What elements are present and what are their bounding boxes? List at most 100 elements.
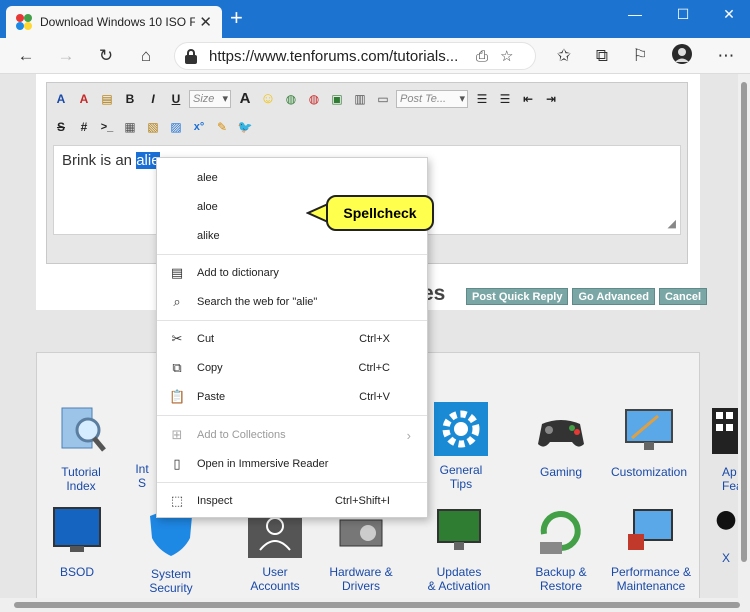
spellcheck-callout: Spellcheck [326, 195, 434, 231]
horizontal-scroll-thumb[interactable] [14, 602, 740, 608]
menu-add-to-dictionary[interactable]: ▤ Add to dictionary [157, 260, 427, 286]
paste-icon[interactable]: ▤ [97, 89, 117, 109]
php-icon[interactable]: ▧ [143, 117, 163, 137]
address-bar[interactable]: https://www.tenforums.com/tutorials... ⎙… [174, 42, 536, 70]
strikethrough-button[interactable]: S [51, 117, 71, 137]
twitter-icon[interactable]: 🐦 [235, 117, 255, 137]
category-label: System Security [149, 567, 193, 595]
read-aloud-icon[interactable]: ⎙ [476, 48, 488, 65]
html-icon[interactable]: ▦ [120, 117, 140, 137]
menu-suggestion-alee[interactable]: alee [157, 165, 427, 191]
ordered-list-icon[interactable]: ☰ [472, 89, 492, 109]
menu-copy[interactable]: ⧉ Copy Ctrl+C [157, 355, 427, 381]
back-icon[interactable]: ← [12, 43, 40, 69]
cancel-button[interactable]: Cancel [658, 288, 708, 305]
menu-shortcut: Ctrl+V [359, 391, 390, 403]
chevron-right-icon: › [406, 427, 411, 443]
category-gaming[interactable]: Gaming [516, 404, 606, 479]
forward-icon[interactable]: → [52, 43, 80, 69]
remove-format-icon[interactable]: A [74, 89, 94, 109]
vertical-scrollbar[interactable] [738, 74, 750, 598]
italic-button[interactable]: I [143, 89, 163, 109]
category-backup-restore[interactable]: Backup & Restore [516, 504, 606, 593]
menu-search-web[interactable]: ⌕ Search the web for "alie" [157, 289, 427, 315]
site-favicon-icon [16, 14, 32, 30]
quote-icon[interactable]: ▭ [373, 89, 393, 109]
insert-link-icon[interactable]: ◍ [281, 89, 301, 109]
horizontal-scrollbar[interactable] [0, 598, 750, 612]
spoiler-icon[interactable]: ▨ [166, 117, 186, 137]
apps-grid-icon [712, 408, 738, 454]
category-label: Hardware & Drivers [329, 565, 393, 593]
favorites-icon[interactable]: ✩ [550, 43, 578, 69]
category-performance-maintenance[interactable]: Performance & Maintenance [606, 504, 696, 593]
category-tutorial-index[interactable]: Tutorial Index [36, 404, 126, 493]
menu-immersive-reader[interactable]: ▯ Open in Immersive Reader [157, 451, 427, 477]
tab-title: Download Windows 10 ISO File [40, 15, 195, 29]
profile-avatar[interactable] [668, 43, 696, 69]
browser-tab[interactable]: Download Windows 10 ISO File ✕ [6, 6, 222, 38]
post-quick-reply-button[interactable]: Post Quick Reply [466, 288, 569, 305]
lock-icon[interactable] [185, 48, 197, 64]
menu-inspect[interactable]: ⬚ Inspect Ctrl+Shift+I [157, 488, 427, 514]
remove-link-icon[interactable]: ◍ [304, 89, 324, 109]
underline-button[interactable]: U [166, 89, 186, 109]
bold-button[interactable]: B [120, 89, 140, 109]
font-size-select[interactable]: Size [189, 90, 231, 108]
pencil-icon[interactable]: ✎ [212, 117, 232, 137]
menu-label: aloe [197, 201, 218, 213]
category-partial-right[interactable]: Ap Fea [700, 404, 740, 493]
inspect-icon: ⬚ [170, 493, 184, 508]
menu-cut[interactable]: ✂ Cut Ctrl+X [157, 326, 427, 352]
menu-add-to-collections[interactable]: ⊞ Add to Collections › [157, 422, 427, 448]
menu-label: Inspect [197, 495, 233, 507]
window-close-icon[interactable]: ✕ [706, 0, 750, 30]
category-label: BSOD [59, 565, 94, 579]
category-customization[interactable]: Customization [604, 404, 694, 479]
category-bsod[interactable]: BSOD [32, 504, 122, 579]
resize-grip-icon[interactable]: ◢ [668, 217, 676, 230]
category-partial-x[interactable]: X [712, 504, 740, 565]
unordered-list-icon[interactable]: ☰ [495, 89, 515, 109]
refresh-icon[interactable]: ↻ [92, 43, 120, 69]
menu-label: Search the web for "alie" [197, 296, 318, 308]
category-label: Customization [610, 465, 688, 479]
hashtag-button[interactable]: # [74, 117, 94, 137]
post-template-select[interactable]: Post Te... [396, 90, 468, 108]
maximize-icon[interactable]: ☐ [660, 0, 706, 30]
font-color-icon[interactable]: A [51, 89, 71, 109]
indent-icon[interactable]: ⇥ [541, 89, 561, 109]
category-label: General Tips [439, 463, 483, 491]
vertical-scroll-thumb[interactable] [741, 82, 747, 562]
category-label: Performance & Maintenance [610, 565, 692, 593]
menu-paste[interactable]: 📋 Paste Ctrl+V [157, 384, 427, 410]
menu-label: Open in Immersive Reader [197, 458, 329, 470]
gamepad-icon [538, 420, 584, 447]
menu-separator [157, 254, 427, 255]
insert-image-icon[interactable]: ▣ [327, 89, 347, 109]
minimize-icon[interactable]: — [612, 0, 658, 30]
category-general-tips[interactable]: General Tips [416, 402, 506, 491]
monitor-brush-icon [625, 409, 673, 450]
menu-shortcut: Ctrl+C [358, 362, 390, 374]
category-label: Updates & Activation [427, 565, 491, 593]
superscript-button[interactable]: x° [189, 117, 209, 137]
category-label: Backup & Restore [535, 565, 587, 593]
home-icon[interactable]: ⌂ [132, 43, 160, 69]
tab-close-icon[interactable]: ✕ [199, 13, 212, 31]
new-tab-icon[interactable]: + [230, 7, 243, 29]
favorite-star-icon[interactable]: ☆ [500, 47, 513, 65]
outdent-icon[interactable]: ⇤ [518, 89, 538, 109]
insert-video-icon[interactable]: ▥ [350, 89, 370, 109]
font-select-button[interactable]: A [235, 89, 255, 109]
menu-separator [157, 415, 427, 416]
more-menu-icon[interactable]: ⋯ [712, 43, 740, 69]
update-monitor-icon [437, 509, 481, 550]
feedback-icon[interactable]: ⚐ [626, 43, 654, 69]
collections-icon[interactable]: ⧉ [588, 43, 616, 69]
tools-monitor-icon [628, 509, 673, 550]
code-button[interactable]: >_ [97, 117, 117, 137]
smiley-icon[interactable]: ☺ [258, 89, 278, 109]
address-url[interactable]: https://www.tenforums.com/tutorials... [209, 48, 464, 65]
go-advanced-button[interactable]: Go Advanced [572, 288, 655, 305]
